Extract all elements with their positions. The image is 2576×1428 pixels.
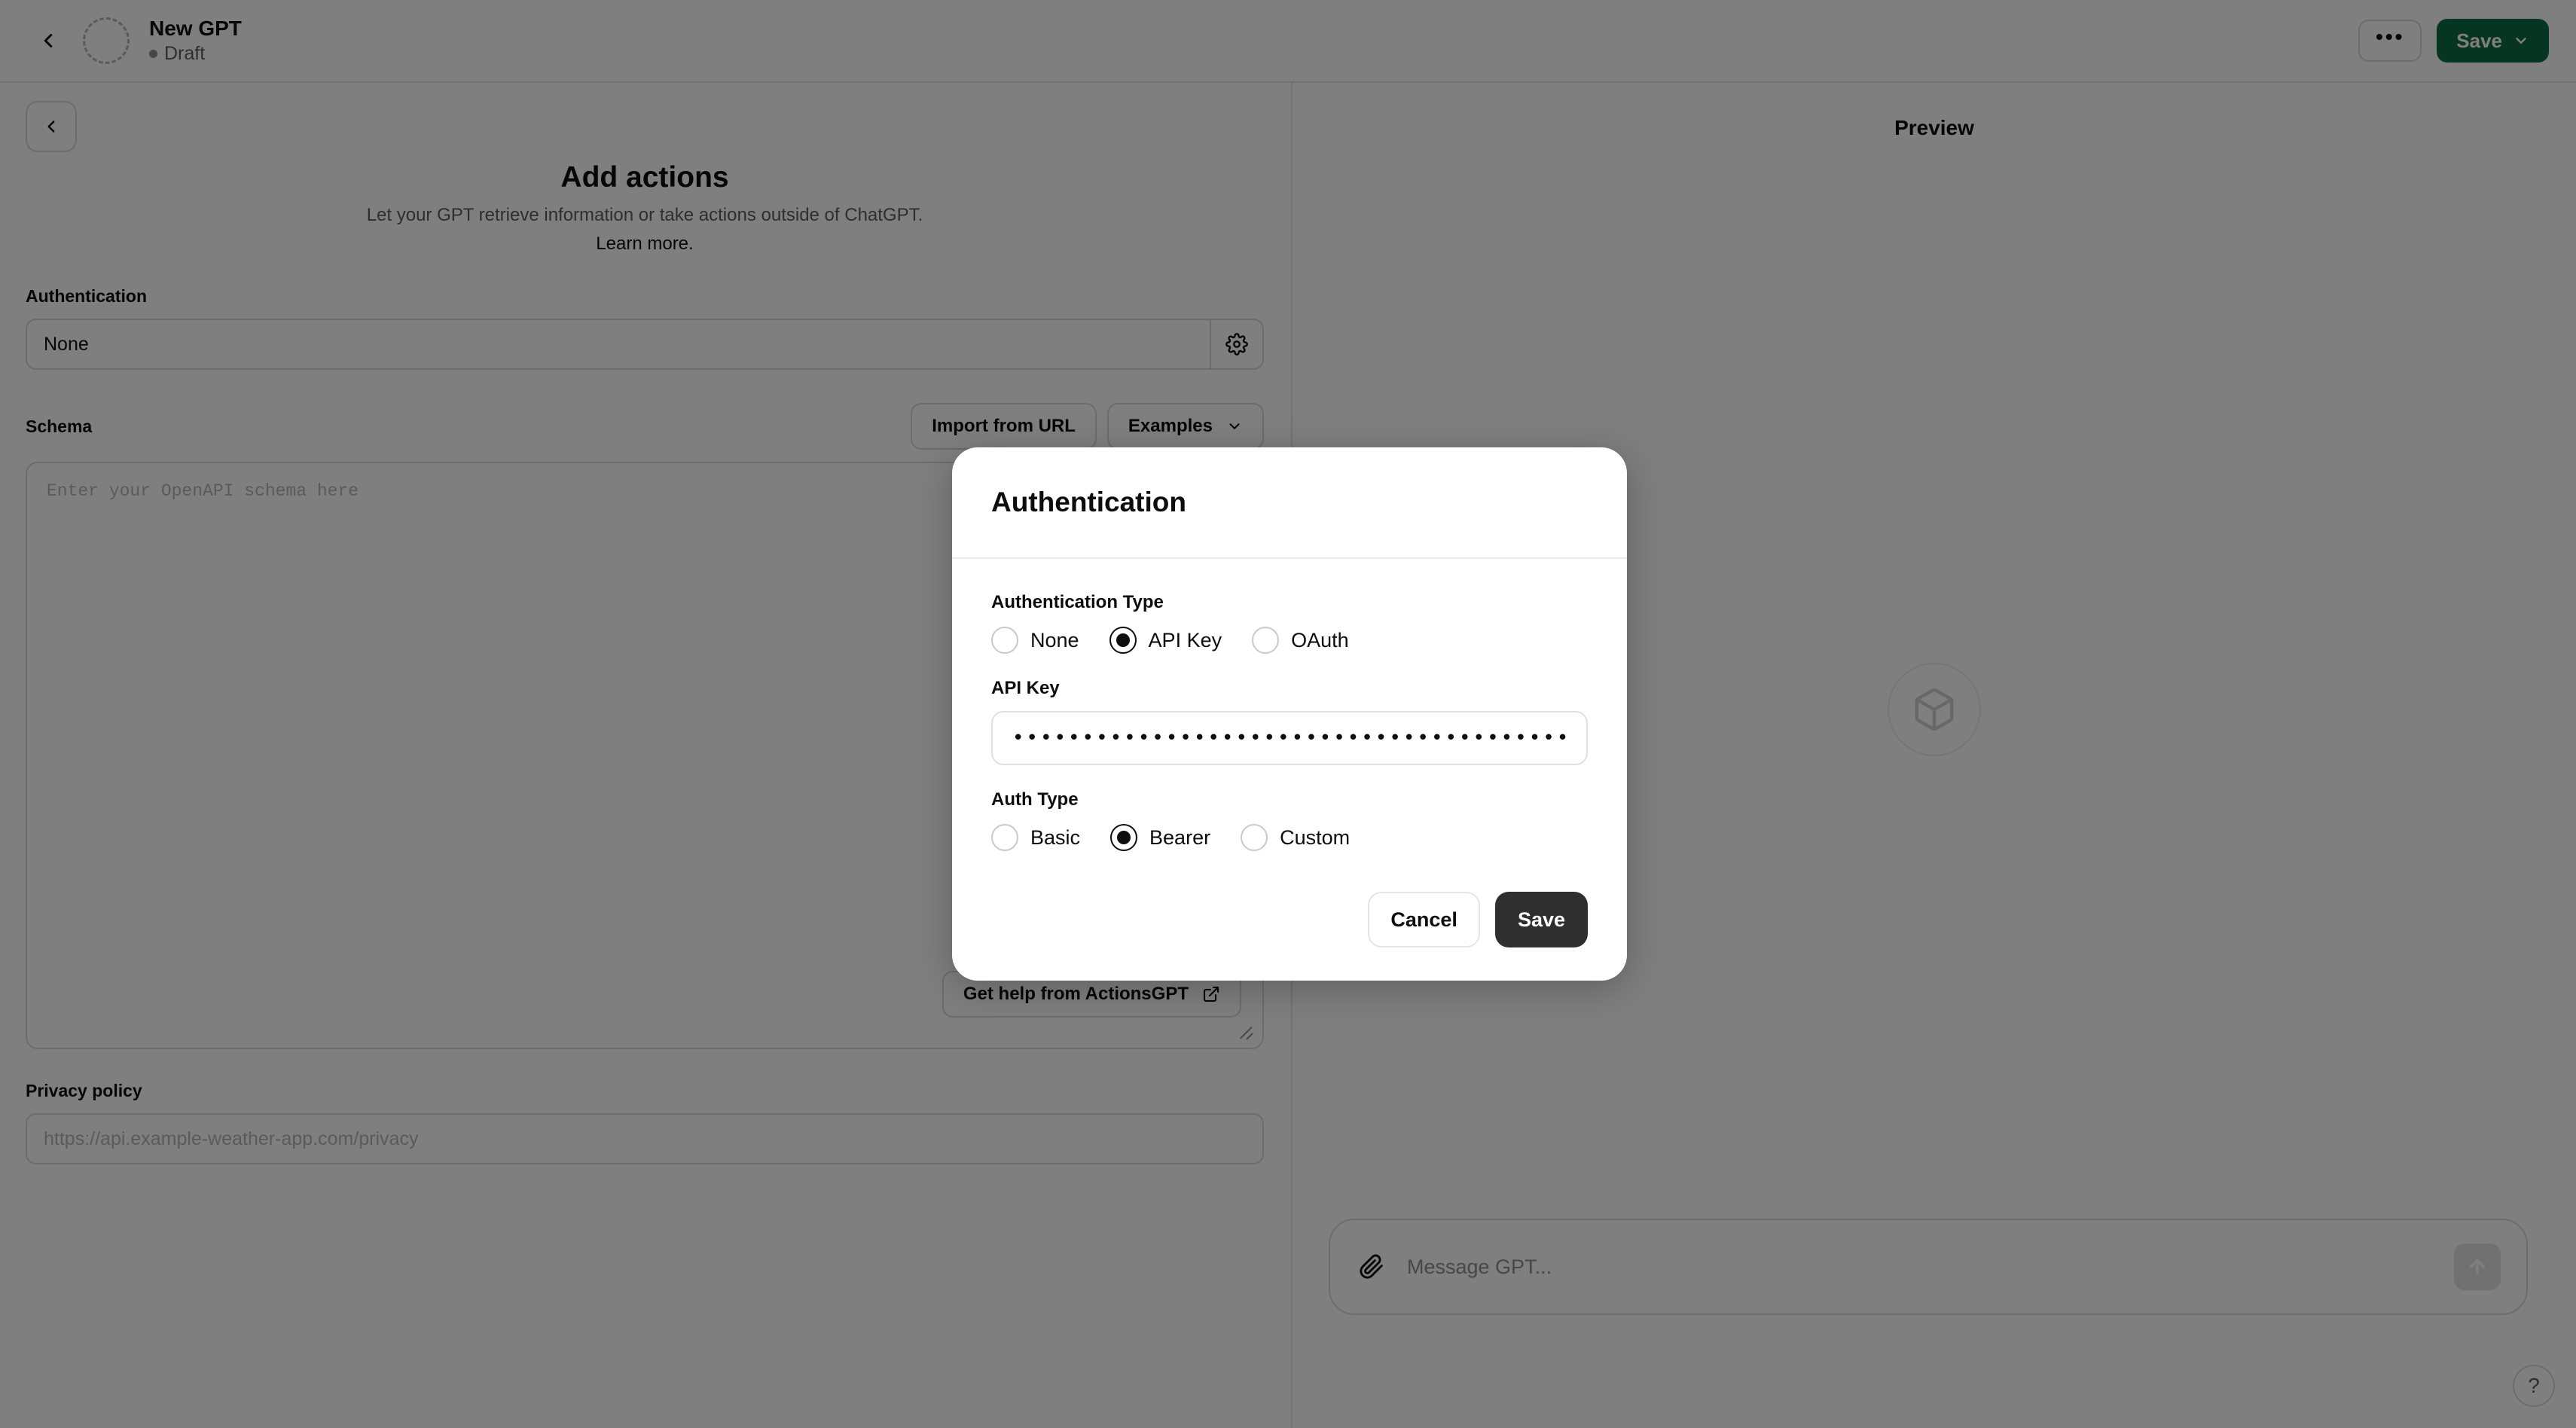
modal-footer: Cancel Save	[952, 892, 1627, 981]
radio-label: None	[1030, 628, 1079, 651]
modal-header: Authentication	[952, 447, 1627, 559]
radio-circle-icon	[1109, 627, 1137, 654]
radio-auth-type-oauth[interactable]: OAuth	[1252, 627, 1349, 654]
radio-circle-icon	[1252, 627, 1280, 654]
auth-subtype-label: Auth Type	[991, 789, 1079, 810]
radio-label: Custom	[1280, 825, 1351, 849]
auth-subtype-radio-group: Basic Bearer Custom	[991, 824, 1588, 851]
radio-auth-subtype-basic[interactable]: Basic	[991, 824, 1080, 851]
authentication-modal: Authentication Authentication Type None …	[952, 447, 1627, 981]
api-key-value: ••••••••••••••••••••••••••••••••••••••••…	[1012, 728, 1567, 748]
api-key-input[interactable]: ••••••••••••••••••••••••••••••••••••••••…	[991, 711, 1588, 765]
auth-type-label: Authentication Type	[991, 592, 1164, 612]
radio-auth-subtype-bearer[interactable]: Bearer	[1110, 824, 1210, 851]
auth-type-radio-group: None API Key OAuth	[991, 627, 1588, 654]
modal-save-button[interactable]: Save	[1494, 892, 1588, 947]
modal-cancel-button[interactable]: Cancel	[1368, 892, 1480, 947]
api-key-label: API Key	[991, 678, 1060, 698]
radio-auth-type-api-key[interactable]: API Key	[1109, 627, 1222, 654]
radio-label: API Key	[1148, 628, 1222, 651]
radio-circle-icon	[991, 824, 1018, 851]
radio-label: Bearer	[1149, 825, 1211, 849]
radio-circle-icon	[1110, 824, 1138, 851]
radio-label: OAuth	[1291, 628, 1349, 651]
radio-circle-icon	[1241, 824, 1268, 851]
modal-body: Authentication Type None API Key OAuth A…	[952, 559, 1627, 892]
radio-circle-icon	[991, 627, 1018, 654]
radio-auth-subtype-custom[interactable]: Custom	[1241, 824, 1350, 851]
radio-auth-type-none[interactable]: None	[991, 627, 1079, 654]
modal-title: Authentication	[991, 487, 1186, 517]
radio-label: Basic	[1030, 825, 1081, 849]
